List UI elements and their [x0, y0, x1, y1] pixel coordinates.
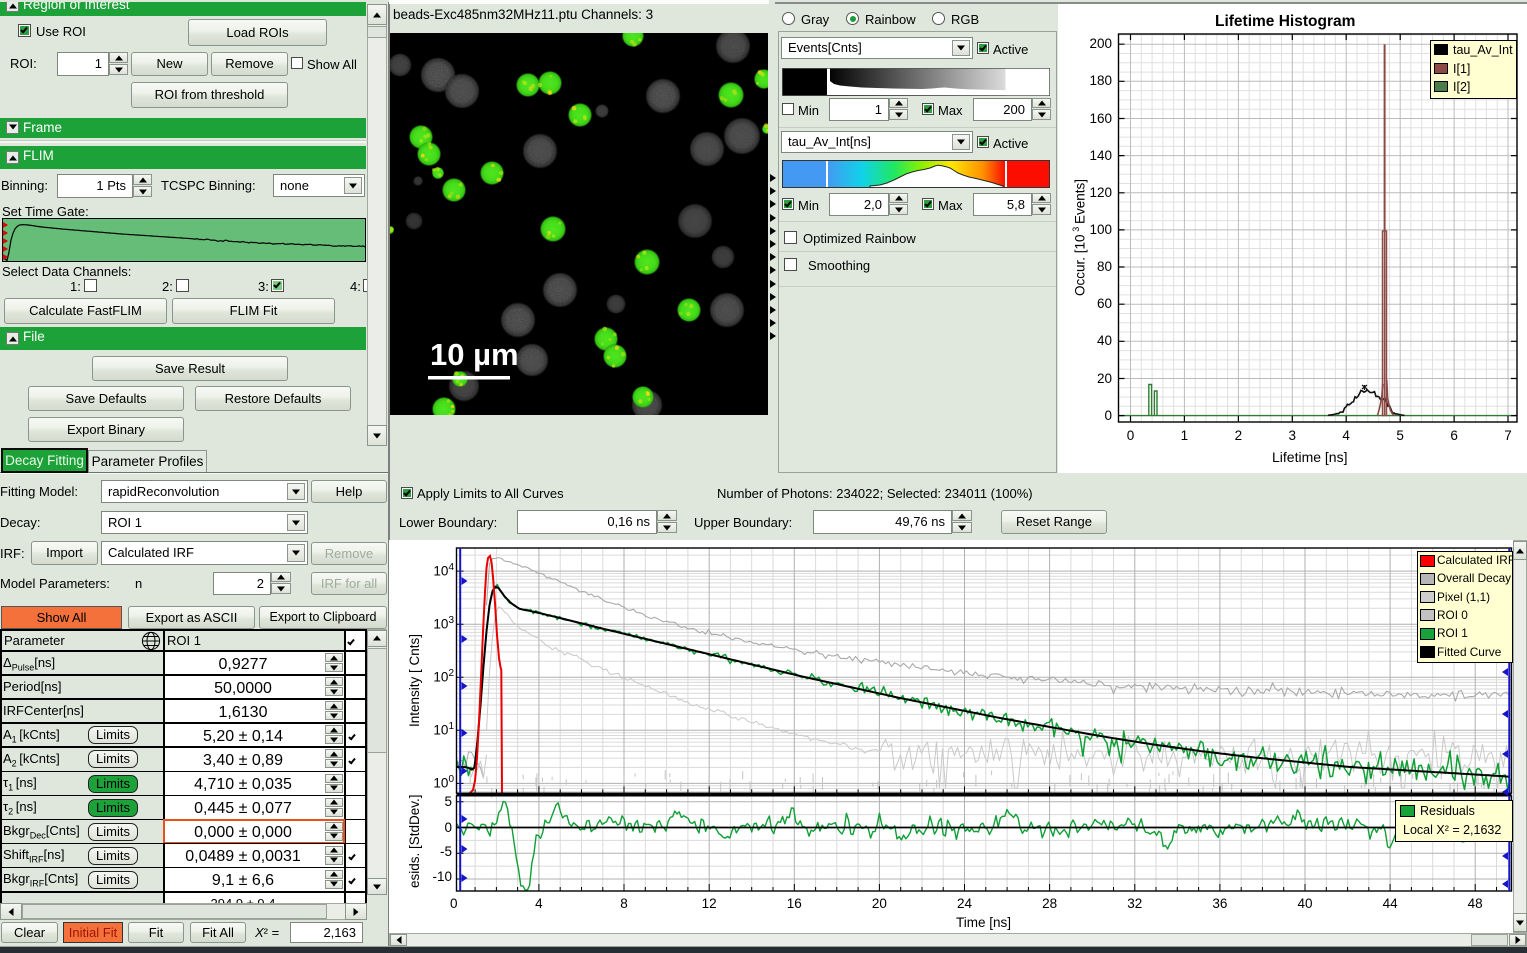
svg-text:10 µm: 10 µm: [430, 337, 519, 372]
